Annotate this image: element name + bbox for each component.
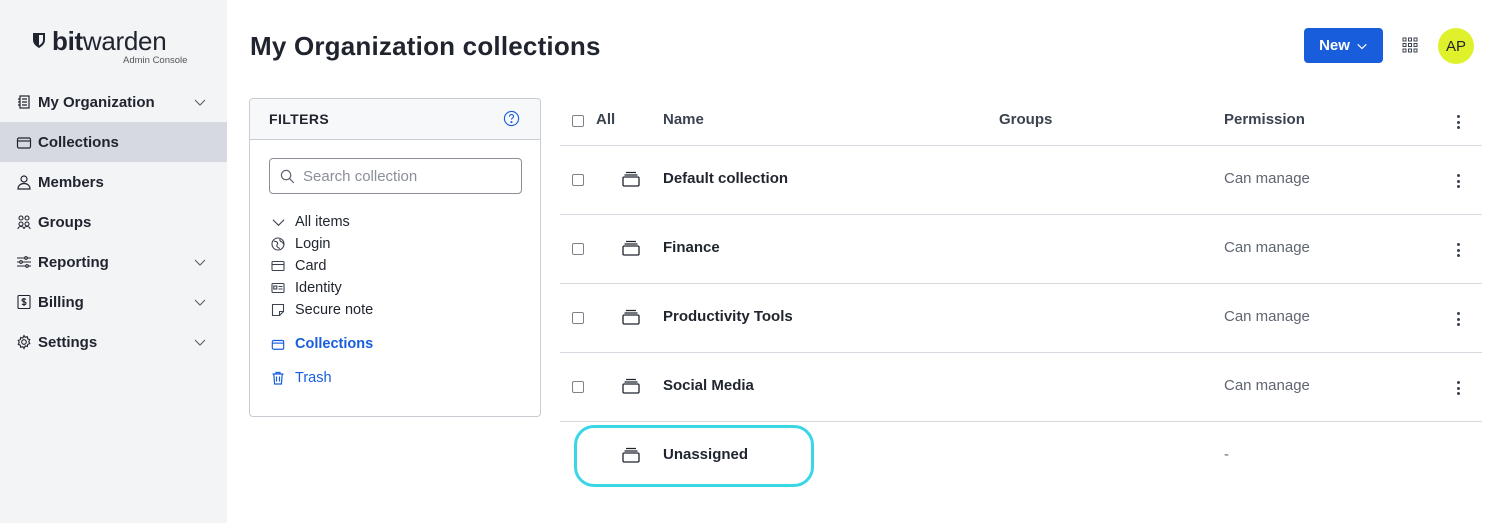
chevron-down-icon <box>271 215 285 229</box>
logo-wordmark: bitwarden <box>52 26 167 56</box>
sliders-icon <box>16 254 32 270</box>
search-collection-field[interactable] <box>269 158 522 194</box>
trash-icon <box>271 371 285 385</box>
sidebar-item-label: My Organization <box>38 93 155 111</box>
table-row[interactable]: Social Media Can manage <box>560 353 1482 422</box>
search-collection-input[interactable] <box>303 167 503 185</box>
row-name[interactable]: Productivity Tools <box>663 308 793 325</box>
collection-icon <box>622 309 640 325</box>
header-groups: Groups <box>999 111 1053 128</box>
select-all-checkbox[interactable] <box>572 115 584 127</box>
sidebar: bitwarden Admin Console My Organization … <box>0 0 227 523</box>
sidebar-item-label: Groups <box>38 213 92 231</box>
filter-label: Identity <box>295 280 342 296</box>
chevron-down-icon <box>194 99 206 106</box>
collection-icon <box>622 378 640 394</box>
sidebar-item-members[interactable]: Members <box>0 162 227 202</box>
sidebar-item-my-organization[interactable]: My Organization <box>0 82 227 122</box>
gear-icon <box>16 334 32 350</box>
row-permission: - <box>1224 446 1229 463</box>
sidebar-item-groups[interactable]: Groups <box>0 202 227 242</box>
header-all: All <box>596 111 616 128</box>
row-name[interactable]: Default collection <box>663 170 788 187</box>
sidebar-item-label: Reporting <box>38 253 109 271</box>
row-name[interactable]: Social Media <box>663 377 754 394</box>
filters-panel: FILTERS All items Login Card Identity Se… <box>249 98 541 417</box>
row-checkbox[interactable] <box>572 312 584 324</box>
organization-icon <box>16 94 32 110</box>
sidebar-item-reporting[interactable]: Reporting <box>0 242 227 282</box>
header-options-icon[interactable] <box>1456 115 1460 129</box>
row-checkbox[interactable] <box>572 381 584 393</box>
row-options-icon[interactable] <box>1456 243 1460 257</box>
sidebar-item-label: Settings <box>38 333 98 351</box>
id-card-icon <box>271 281 285 295</box>
row-permission: Can manage <box>1224 308 1310 325</box>
filter-type-secure-note[interactable]: Secure note <box>271 299 373 321</box>
filter-label: Collections <box>295 336 374 352</box>
user-icon <box>16 174 32 190</box>
filter-label: Secure note <box>295 302 374 318</box>
table-row[interactable]: Finance Can manage <box>560 215 1482 284</box>
new-button[interactable]: New <box>1304 28 1383 63</box>
sidebar-item-collections[interactable]: Collections <box>0 122 227 162</box>
filter-trash[interactable]: Trash <box>271 367 373 389</box>
row-checkbox[interactable] <box>572 243 584 255</box>
credit-card-icon <box>271 259 285 273</box>
row-checkbox[interactable] <box>572 174 584 186</box>
bitwarden-logo[interactable]: bitwarden Admin Console <box>32 26 187 66</box>
table-row[interactable]: Default collection Can manage <box>560 146 1482 215</box>
filter-list: All items Login Card Identity Secure not… <box>271 211 373 389</box>
chevron-down-icon <box>1357 43 1367 49</box>
filter-label: Trash <box>295 370 332 386</box>
chevron-down-icon <box>194 339 206 346</box>
filter-label: Login <box>295 236 331 252</box>
collection-icon <box>622 240 640 256</box>
chevron-down-icon <box>194 299 206 306</box>
row-options-icon[interactable] <box>1456 381 1460 395</box>
row-permission: Can manage <box>1224 239 1310 256</box>
sticky-note-icon <box>271 303 285 317</box>
filter-all-items[interactable]: All items <box>271 211 373 233</box>
sidebar-item-settings[interactable]: Settings <box>0 322 227 362</box>
row-options-icon[interactable] <box>1456 174 1460 188</box>
row-permission: Can manage <box>1224 377 1310 394</box>
page-title: My Organization collections <box>250 31 601 61</box>
filter-type-login[interactable]: Login <box>271 233 373 255</box>
header-name[interactable]: Name <box>663 111 704 128</box>
sidebar-item-label: Billing <box>38 293 84 311</box>
billing-icon <box>16 294 32 310</box>
row-permission: Can manage <box>1224 170 1310 187</box>
sidebar-nav: My Organization Collections Members Grou… <box>0 82 227 362</box>
help-icon[interactable] <box>503 110 520 127</box>
filter-type-card[interactable]: Card <box>271 255 373 277</box>
filter-collections[interactable]: Collections <box>271 333 373 355</box>
row-options-icon[interactable] <box>1456 312 1460 326</box>
header-permission: Permission <box>1224 111 1305 128</box>
search-icon <box>280 169 295 183</box>
row-name[interactable]: Finance <box>663 239 720 256</box>
chevron-down-icon <box>194 259 206 266</box>
product-switcher-icon[interactable] <box>1402 37 1418 53</box>
shield-icon <box>33 33 45 48</box>
avatar[interactable]: AP <box>1438 28 1474 64</box>
filter-type-identity[interactable]: Identity <box>271 277 373 299</box>
collection-icon <box>16 134 32 150</box>
collection-icon <box>271 337 285 351</box>
collection-icon <box>622 171 640 187</box>
logo-subtitle: Admin Console <box>123 55 188 66</box>
users-icon <box>16 214 32 230</box>
table-header: All Name Groups Permission <box>560 98 1482 146</box>
sidebar-item-billing[interactable]: Billing <box>0 282 227 322</box>
filters-title: FILTERS <box>269 111 330 127</box>
filters-header: FILTERS <box>250 99 540 140</box>
table-row[interactable]: Productivity Tools Can manage <box>560 284 1482 353</box>
globe-icon <box>271 237 285 251</box>
sidebar-item-label: Members <box>38 173 104 191</box>
new-button-label: New <box>1319 37 1350 54</box>
filter-label: All items <box>295 214 350 230</box>
unassigned-highlight <box>574 425 814 487</box>
sidebar-item-label: Collections <box>38 133 119 151</box>
filter-label: Card <box>295 258 327 274</box>
